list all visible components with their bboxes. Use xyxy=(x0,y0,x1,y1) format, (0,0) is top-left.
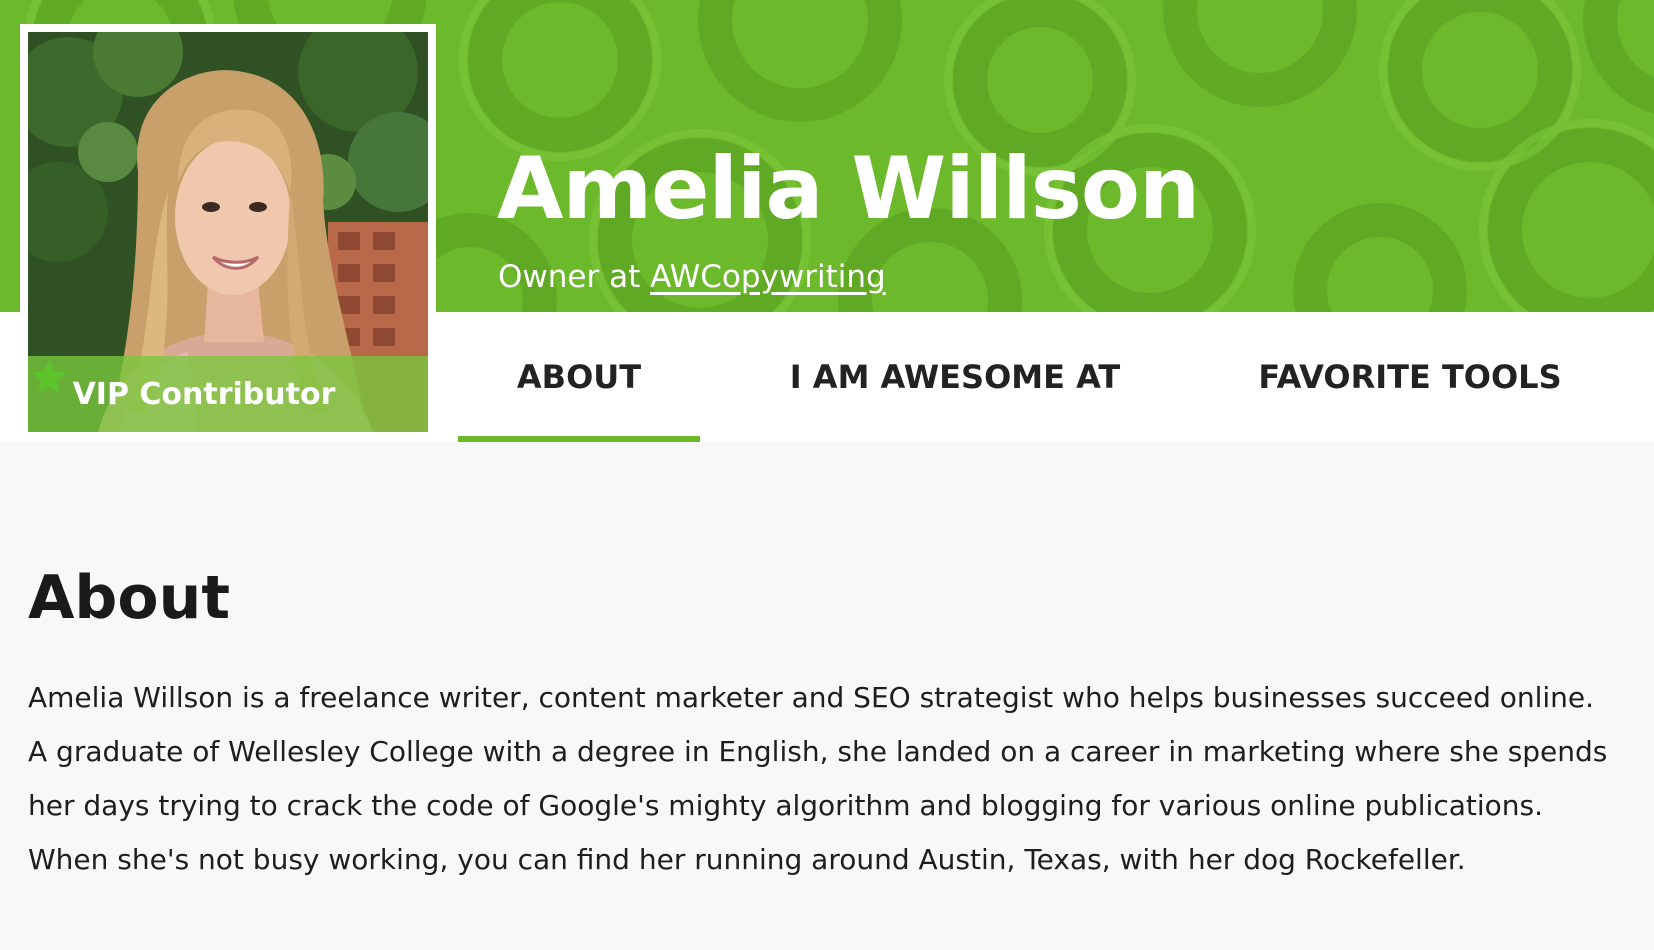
profile-photo-card: VIP Contributor xyxy=(20,24,436,442)
avatar: VIP Contributor xyxy=(28,32,428,432)
vip-contributor-badge: VIP Contributor xyxy=(28,356,428,432)
about-text: Amelia Willson is a freelance writer, co… xyxy=(28,671,1628,887)
tab-about[interactable]: ABOUT xyxy=(458,312,700,442)
vip-contributor-label: VIP Contributor xyxy=(72,376,336,412)
profile-role: Owner at AWCopywriting xyxy=(498,259,886,296)
about-line: A graduate of Wellesley College with a d… xyxy=(28,735,1608,768)
profile-name: Amelia Willson xyxy=(497,139,1200,239)
tab-favorite-tools[interactable]: FAVORITE TOOLS xyxy=(1235,312,1585,442)
about-line: her days trying to crack the code of Goo… xyxy=(28,789,1543,822)
tab-i-am-awesome-at[interactable]: I AM AWESOME AT xyxy=(780,312,1130,442)
star-icon xyxy=(31,359,383,411)
role-prefix: Owner at xyxy=(498,259,641,295)
profile-page: Amelia Willson Owner at AWCopywriting AB… xyxy=(0,0,1654,950)
about-heading: About xyxy=(28,563,231,633)
about-line: When she's not busy working, you can fin… xyxy=(28,843,1466,876)
company-link[interactable]: AWCopywriting xyxy=(650,259,886,295)
about-line: Amelia Willson is a freelance writer, co… xyxy=(28,681,1595,714)
